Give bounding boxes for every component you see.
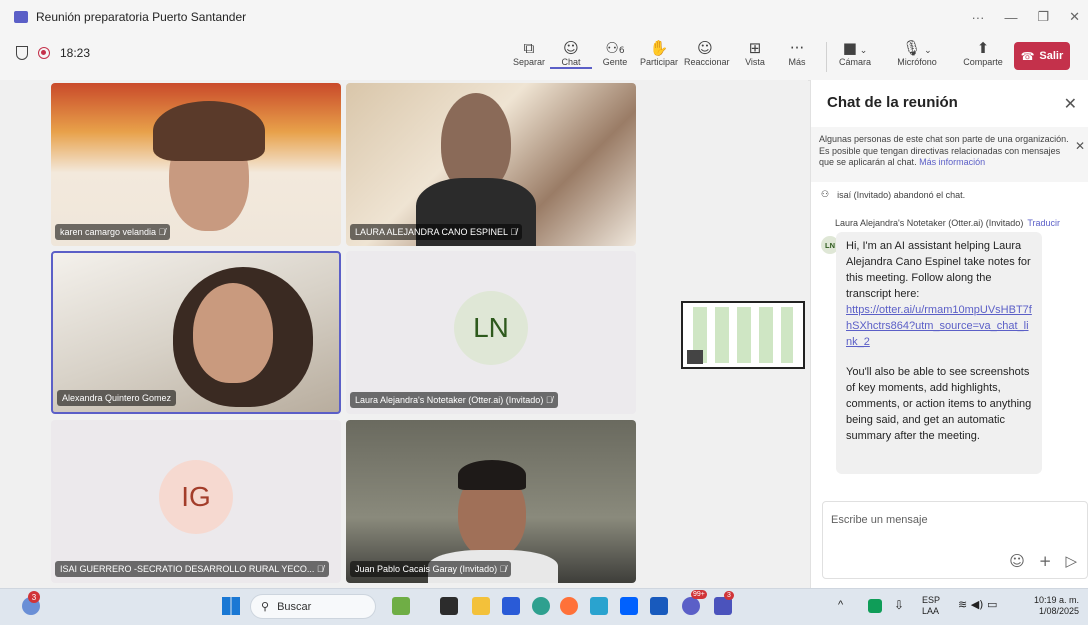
person-left-icon: ⚇ (821, 190, 830, 200)
meeting-toolbar: 18:23 ⧉ Separar ☺ Chat ⚇6 Gente ✋ Partic… (0, 34, 1088, 81)
popout-icon: ⧉ (523, 39, 535, 57)
meeting-chat-panel: Chat de la reunión ✕ Algunas personas de… (810, 80, 1088, 588)
share-icon: ⬆ (976, 39, 990, 57)
raise-hand-button[interactable]: ✋ Participar (638, 39, 680, 67)
word-icon[interactable] (650, 597, 668, 615)
chevron-up-icon[interactable]: ^ (838, 599, 843, 611)
policy-notice: Algunas personas de este chat son parte … (811, 127, 1088, 182)
emoji-icon[interactable]: ☺ (1009, 552, 1025, 570)
language-indicator[interactable]: ESP LAA (922, 595, 940, 617)
chat-title: Chat de la reunión (827, 94, 958, 111)
hand-icon: ✋ (649, 39, 669, 57)
participant-label: Alexandra Quintero Gomez (57, 390, 177, 406)
people-count: 6 (618, 46, 625, 56)
more-info-link[interactable]: Más información (919, 157, 985, 167)
taskbar-search[interactable]: ⚲ Buscar (250, 594, 376, 619)
video-tile[interactable]: Juan Pablo Cacais Garay (Invitado) 🎙̸ (346, 420, 636, 583)
restore-button[interactable]: ❐ (1037, 9, 1049, 25)
store-icon[interactable] (502, 597, 520, 615)
teams-icon[interactable]: 99+ (682, 590, 707, 615)
shared-slide-thumbnail (693, 307, 793, 363)
search-icon: ⚲ (261, 601, 270, 613)
camera-button[interactable]: ■ ⌄ Cámara (834, 39, 876, 67)
chat-message-bubble: Hi, I'm an AI assistant helping Laura Al… (836, 232, 1042, 474)
grid-icon: ⊞ (748, 39, 762, 57)
video-tile-active-speaker[interactable]: Alexandra Quintero Gomez (51, 251, 341, 414)
close-chat-icon[interactable]: ✕ (1064, 94, 1077, 114)
leave-button[interactable]: ☎ Salir (1014, 42, 1070, 70)
teams-work-badge: 3 (724, 591, 734, 600)
minimize-button[interactable]: — (1004, 10, 1017, 25)
app-icon[interactable] (392, 597, 410, 615)
app-icon[interactable] (590, 597, 608, 615)
system-message: ⚇ isaí (Invitado) abandonó el chat. (821, 190, 966, 200)
send-icon[interactable]: ▷ (1065, 552, 1077, 570)
toolbar-divider (826, 42, 827, 72)
edge-icon[interactable] (532, 597, 550, 615)
share-button[interactable]: ⬆ Comparte (962, 39, 1004, 67)
people-button[interactable]: ⚇6 Gente (594, 39, 636, 67)
windows-taskbar: 3 ⚲ Buscar 99+ 3 ^ ⇩ ESP LAA ≋ ◀) ▭ 10:1… (0, 588, 1088, 625)
participant-avatar: LN (454, 290, 528, 365)
teams-badge: 99+ (691, 590, 707, 599)
participant-label: ISAI GUERRERO -SECRATIO DESARROLLO RURAL… (55, 561, 329, 577)
participant-label: karen camargo velandia 🎙̸ (55, 224, 171, 240)
presenter-thumbnail (687, 350, 703, 364)
message-sender: Laura Alejandra's Notetaker (Otter.ai) (… (835, 218, 1060, 228)
teams-app-icon (14, 11, 28, 23)
shield-icon (16, 46, 28, 60)
microphone-button[interactable]: 🎙 ⌄ Micrófono (896, 39, 938, 67)
widgets-icon[interactable]: 3 (22, 591, 40, 615)
participant-hair (458, 460, 526, 490)
notification-badge: 3 (28, 591, 40, 603)
dismiss-notice-icon[interactable]: ✕ (1075, 140, 1085, 153)
add-icon[interactable]: + (1039, 552, 1052, 570)
participant-label: Laura Alejandra's Notetaker (Otter.ai) (… (350, 392, 558, 408)
file-explorer-icon[interactable] (472, 597, 490, 615)
teams-work-icon[interactable]: 3 (714, 591, 734, 615)
more-button[interactable]: ··· Más (776, 39, 818, 67)
video-tile[interactable]: karen camargo velandia 🎙̸ (51, 83, 341, 246)
participant-label: Juan Pablo Cacais Garay (Invitado) 🎙̸ (350, 561, 512, 577)
camera-icon: ■ ⌄ (842, 39, 868, 57)
emoji-icon: ☺ (697, 39, 713, 57)
chat-button[interactable]: ☺ Chat (550, 39, 592, 69)
clock[interactable]: 10:19 a. m. 1/08/2025 (1034, 595, 1079, 617)
firefox-icon[interactable] (560, 597, 578, 615)
translate-link[interactable]: Traducir (1027, 218, 1060, 228)
participant-hair (153, 101, 265, 161)
participant-label: LAURA ALEJANDRA CANO ESPINEL 🎙̸ (350, 224, 522, 240)
window-controls: ··· — ❐ ✕ (971, 0, 1080, 34)
compose-placeholder: Escribe un mensaje (831, 514, 928, 526)
recording-icon (38, 47, 50, 59)
task-view-icon[interactable] (440, 597, 458, 615)
view-button[interactable]: ⊞ Vista (734, 39, 776, 67)
mic-off-icon: 🎙 ⌄ (902, 39, 932, 57)
more-options-icon[interactable]: ··· (971, 10, 984, 25)
drive-icon[interactable] (868, 599, 882, 613)
video-tile[interactable]: IG ISAI GUERRERO -SECRATIO DESARROLLO RU… (51, 420, 341, 583)
video-stage: karen camargo velandia 🎙̸ LAURA ALEJANDR… (0, 80, 808, 588)
start-icon[interactable] (222, 597, 240, 615)
security-icon[interactable]: ⇩ (894, 598, 904, 612)
video-tile[interactable]: LAURA ALEJANDRA CANO ESPINEL 🎙̸ (346, 83, 636, 246)
separate-button[interactable]: ⧉ Separar (508, 39, 550, 67)
window-title: Reunión preparatoria Puerto Santander (36, 10, 247, 24)
chat-icon: ☺ (563, 39, 579, 57)
react-button[interactable]: ☺ Reaccionar (684, 39, 730, 67)
meeting-timer: 18:23 (60, 46, 91, 60)
phone-hangup-icon: ☎ (1020, 49, 1035, 63)
participant-avatar: IG (159, 459, 233, 534)
video-tile[interactable]: LN Laura Alejandra's Notetaker (Otter.ai… (346, 251, 636, 414)
message-compose-box[interactable]: Escribe un mensaje ☺ + ▷ (822, 501, 1088, 579)
title-bar: Reunión preparatoria Puerto Santander ··… (0, 0, 1088, 34)
dropbox-icon[interactable] (620, 597, 638, 615)
people-icon: ⚇6 (605, 39, 625, 57)
ellipsis-icon: ··· (789, 39, 805, 57)
screen-share-preview[interactable] (681, 301, 805, 369)
transcript-link[interactable]: https://otter.ai/u/rmam10mpUVsHBT7fhSXhc… (846, 304, 1032, 348)
close-window-button[interactable]: ✕ (1069, 9, 1080, 25)
participant-video (193, 283, 273, 383)
wifi-volume-battery-icon[interactable]: ≋ ◀) ▭ (958, 598, 997, 611)
